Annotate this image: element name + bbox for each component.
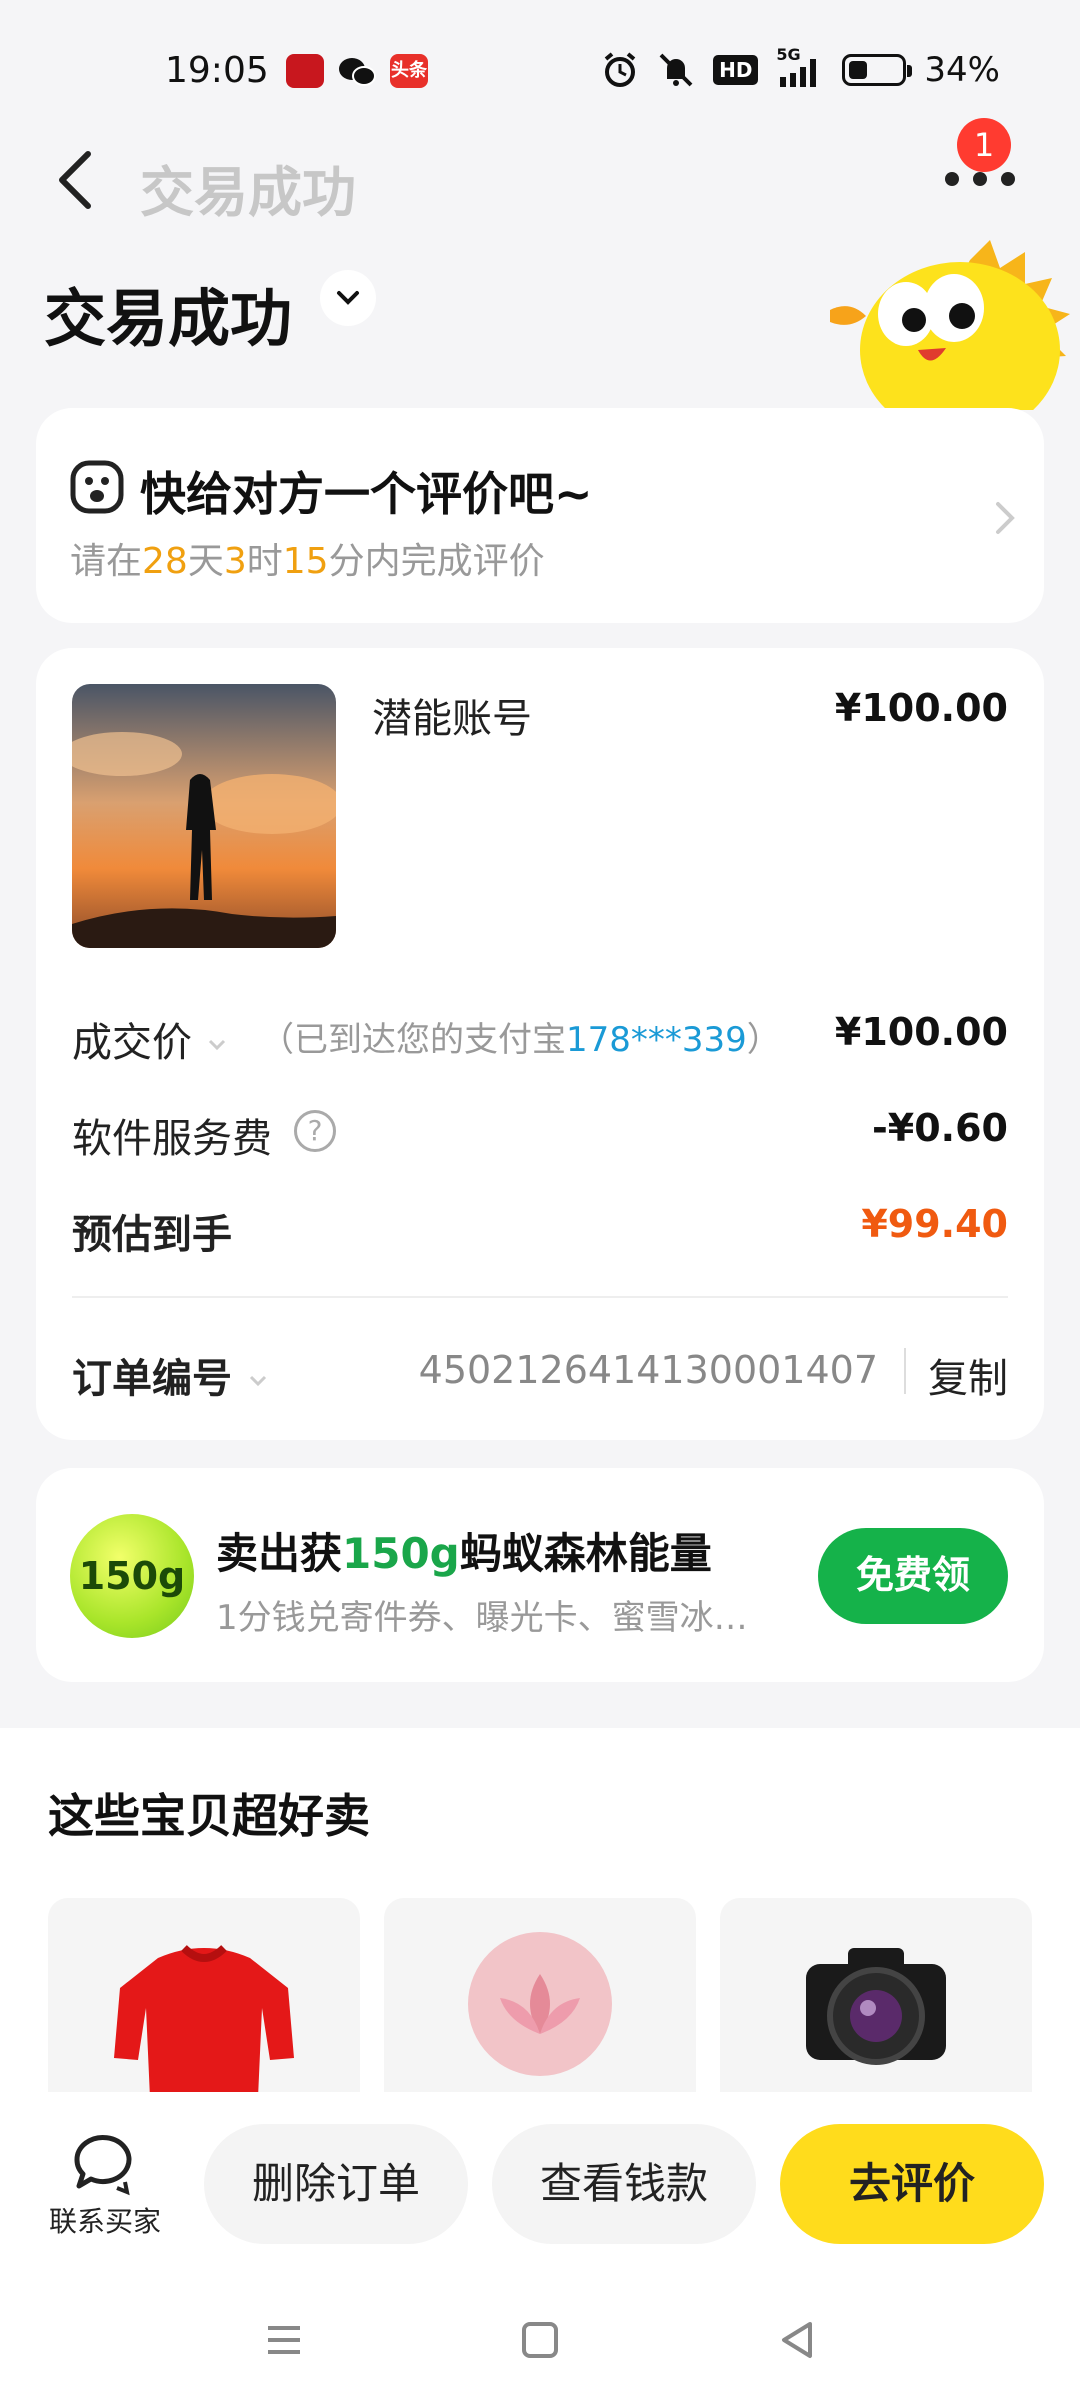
claim-free-button[interactable]: 免费领: [818, 1528, 1008, 1624]
hd-icon: HD: [713, 55, 759, 85]
toutiao-icon: 头条: [390, 54, 428, 88]
ant-forest-card: 150g 卖出获150g蚂蚁森林能量 1分钱兑寄件券、曝光卡、蜜雪冰… 免费领: [36, 1468, 1044, 1682]
home-icon[interactable]: [512, 2312, 568, 2368]
chevron-right-icon: [990, 498, 1020, 538]
battery-percent: 34%: [924, 50, 1000, 90]
smiley-icon: [70, 460, 124, 514]
bottom-action-bar: 联系买家 删除订单 查看钱款 去评价: [0, 2092, 1080, 2282]
app-notification-icon: [286, 54, 324, 88]
order-number-label[interactable]: 订单编号: [72, 1346, 270, 1404]
service-fee-label: 软件服务费: [72, 1116, 272, 1162]
separator: [904, 1348, 906, 1394]
chevron-down-icon[interactable]: [320, 270, 376, 326]
chevron-down-icon: [249, 1375, 266, 1387]
alipay-account: 178***339: [566, 1020, 747, 1060]
notification-badge: 1: [957, 118, 1011, 172]
divider: [72, 1296, 1008, 1298]
product-name: 潜能账号: [372, 696, 532, 742]
battery-icon: [842, 54, 913, 86]
page-title: 交易成功: [44, 282, 293, 355]
write-review-button[interactable]: 去评价: [780, 2124, 1044, 2244]
system-nav-bar: [0, 2282, 1080, 2400]
contact-buyer-button[interactable]: 联系买家: [40, 2132, 170, 2240]
status-time: 19:05: [165, 50, 269, 91]
order-number: 4502126414130001407: [418, 1348, 878, 1392]
energy-title: 卖出获150g蚂蚁森林能量: [216, 1529, 712, 1578]
chevron-down-icon: [208, 1039, 225, 1051]
more-button[interactable]: [945, 172, 1015, 192]
estimate-label: 预估到手: [72, 1212, 232, 1258]
status-icons: HD 5G 34%: [601, 45, 1000, 90]
mute-icon: [657, 51, 695, 89]
back-icon[interactable]: [52, 148, 102, 212]
header-title: 交易成功: [140, 161, 356, 224]
review-title: 快给对方一个评价吧~: [140, 467, 593, 521]
product-image[interactable]: [72, 684, 336, 948]
alarm-icon: [601, 51, 639, 89]
service-fee-value: -¥0.60: [872, 1106, 1008, 1150]
deal-price-label[interactable]: 成交价: [72, 1010, 229, 1068]
back-nav-icon[interactable]: [770, 2312, 826, 2368]
status-bar: 19:05 头条 HD 5G 34%: [0, 0, 1080, 140]
recommendation-title: 这些宝贝超好卖: [48, 1789, 370, 1843]
product-price: ¥100.00: [834, 686, 1008, 730]
copy-button[interactable]: 复制: [928, 1346, 1008, 1404]
energy-subtitle: 1分钱兑寄件券、曝光卡、蜜雪冰…: [216, 1598, 748, 1638]
view-funds-button[interactable]: 查看钱款: [492, 2124, 756, 2244]
help-icon[interactable]: ?: [294, 1110, 336, 1152]
network-label: 5G: [776, 45, 801, 64]
menu-icon[interactable]: [256, 2312, 312, 2368]
deal-price-note: （已到达您的支付宝178***339）: [260, 1020, 781, 1060]
deal-price-value: ¥100.00: [834, 1010, 1008, 1054]
energy-badge: 150g: [70, 1514, 194, 1638]
chat-icon: [74, 2134, 132, 2196]
signal-icon: 5G: [776, 45, 824, 89]
delete-order-button[interactable]: 删除订单: [204, 2124, 468, 2244]
hours-left: 3: [223, 541, 247, 582]
contact-buyer-label: 联系买家: [48, 2205, 161, 2238]
mascot-image: [830, 240, 1080, 438]
review-reminder-card[interactable]: 快给对方一个评价吧~ 请在28天3时15分内完成评价: [36, 408, 1044, 623]
wechat-icon: [338, 56, 376, 88]
estimate-value: ¥99.40: [861, 1202, 1008, 1246]
minutes-left: 15: [282, 541, 329, 582]
days-left: 28: [142, 541, 188, 582]
order-detail-card: 潜能账号 ¥100.00 成交价 （已到达您的支付宝178***339） ¥10…: [36, 648, 1044, 1440]
review-deadline: 请在28天3时15分内完成评价: [70, 541, 545, 582]
